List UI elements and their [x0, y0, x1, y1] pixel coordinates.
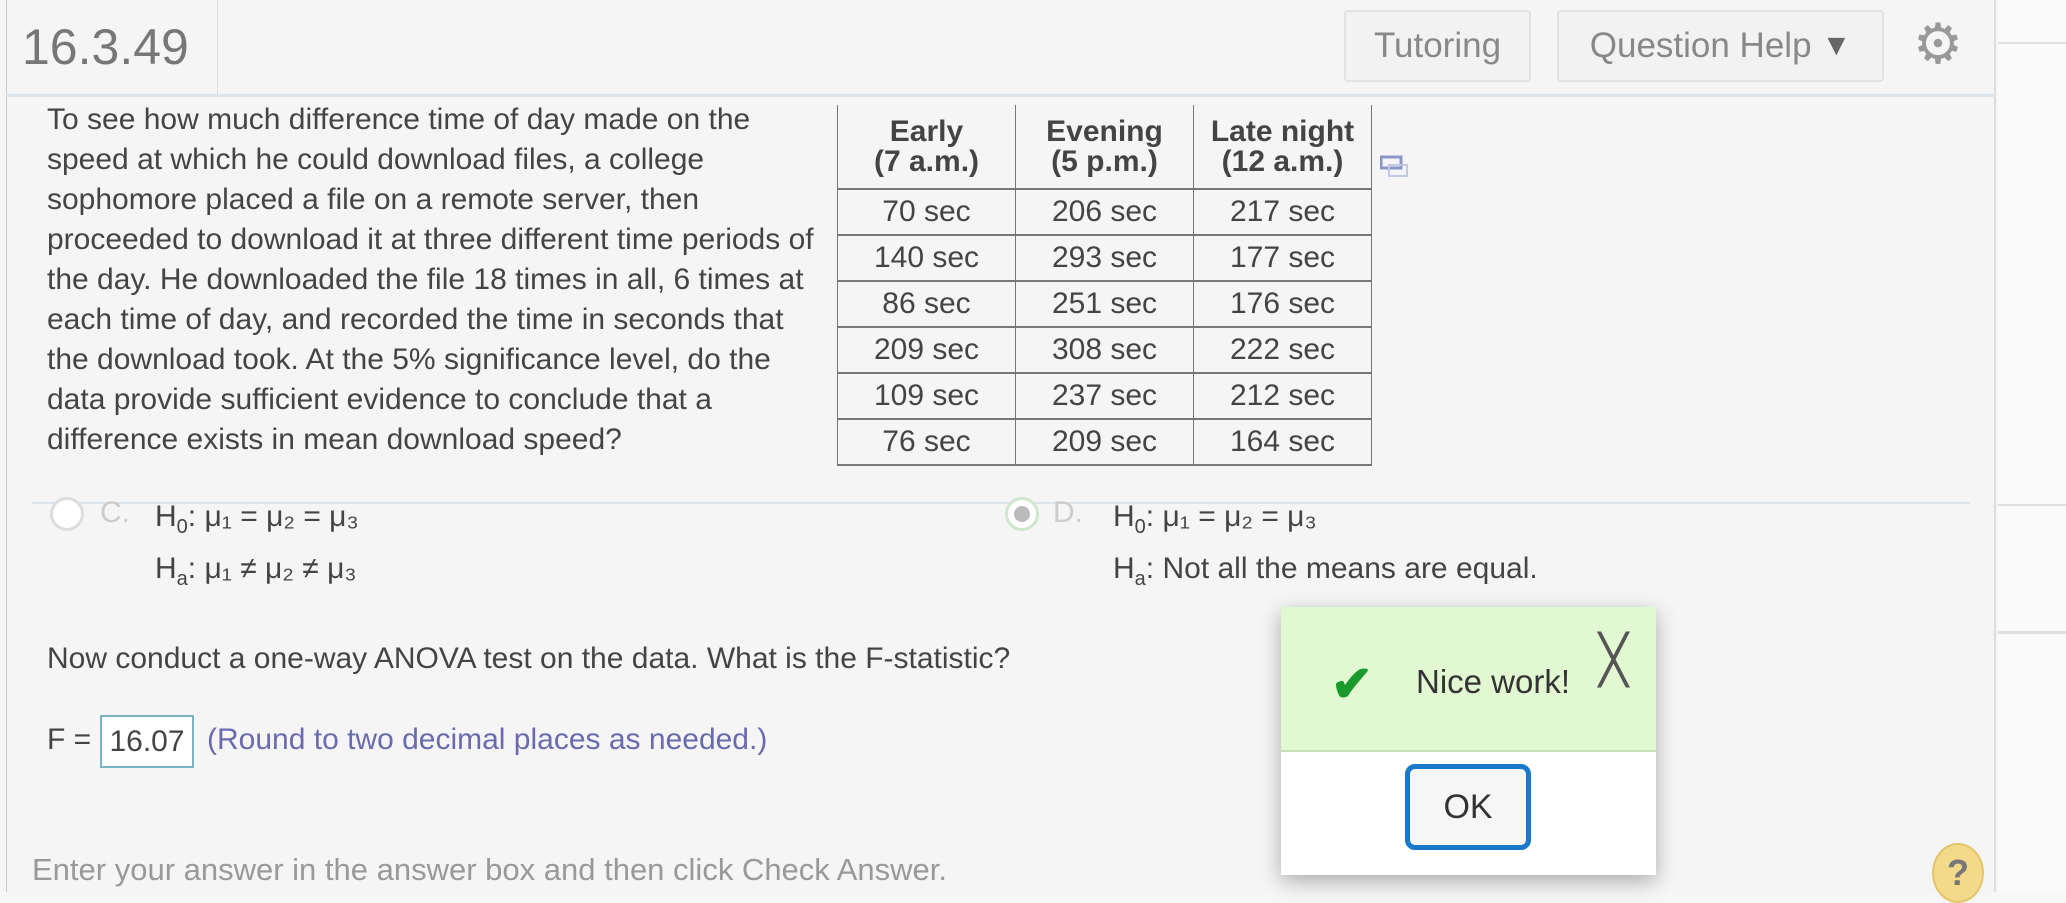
column-header-evening: Evening (5 p.m.): [1015, 105, 1194, 190]
option-c-letter: C.: [100, 496, 130, 529]
table-cell: 76 sec: [837, 418, 1016, 466]
feedback-dialog: ✔ Nice work! ╳ OK: [1281, 607, 1656, 875]
option-d-radio-selected[interactable]: [1005, 497, 1039, 531]
instruction-footer: Enter your answer in the answer box and …: [32, 852, 947, 887]
table-cell: 206 sec: [1015, 188, 1194, 236]
help-icon[interactable]: ?: [1932, 843, 1984, 903]
checkmark-icon: ✔: [1331, 656, 1373, 712]
option-d-ha: Ha: Not all the means are equal.: [1113, 552, 1538, 590]
table-cell: 176 sec: [1193, 280, 1372, 328]
table-cell: 140 sec: [837, 234, 1016, 282]
table-row: 86 sec 251 sec 176 sec: [837, 280, 1372, 328]
option-c-h0: H0: μ₁ = μ₂ = μ₃: [155, 500, 359, 538]
tutoring-label: Tutoring: [1373, 26, 1502, 65]
option-d-letter: D.: [1053, 496, 1083, 529]
option-c-radio[interactable]: [50, 497, 84, 531]
column-header-late-night: Late night (12 a.m.): [1193, 105, 1372, 190]
question-help-label: Question Help: [1589, 26, 1812, 65]
divider: [1998, 631, 2066, 634]
question-help-button[interactable]: Question Help ▼: [1557, 10, 1884, 82]
column-header-early: Early (7 a.m.): [837, 105, 1016, 190]
table-cell: 209 sec: [837, 326, 1016, 374]
table-row: 76 sec 209 sec 164 sec: [837, 418, 1372, 466]
table-cell: 212 sec: [1193, 372, 1372, 420]
table-cell: 177 sec: [1193, 234, 1372, 282]
header-divider: [6, 94, 1996, 97]
table-cell: 251 sec: [1015, 280, 1194, 328]
divider: [217, 0, 218, 94]
caret-down-icon: ▼: [1821, 29, 1852, 62]
table-cell: 86 sec: [837, 280, 1016, 328]
ok-button[interactable]: OK: [1405, 764, 1531, 850]
tutoring-button[interactable]: Tutoring: [1344, 10, 1531, 82]
table-cell: 308 sec: [1015, 326, 1194, 374]
table-row: 109 sec 237 sec 212 sec: [837, 372, 1372, 420]
divider: [1998, 42, 2066, 44]
question-prompt: Now conduct a one-way ANOVA test on the …: [47, 642, 1011, 675]
table-cell: 222 sec: [1193, 326, 1372, 374]
option-d-h0: H0: μ₁ = μ₂ = μ₃: [1113, 500, 1317, 538]
table-cell: 109 sec: [837, 372, 1016, 420]
option-c-ha: Ha: μ₁ ≠ μ₂ ≠ μ₃: [155, 552, 357, 590]
table-row: 209 sec 308 sec 222 sec: [837, 326, 1372, 374]
question-number: 16.3.49: [22, 19, 189, 75]
close-icon[interactable]: ╳: [1599, 637, 1628, 685]
data-table: Early (7 a.m.) Evening (5 p.m.) Late night…: [837, 105, 1372, 466]
copy-table-icon[interactable]: [1380, 155, 1410, 179]
gear-icon[interactable]: ⚙: [1912, 16, 1964, 72]
table-row: 70 sec 206 sec 217 sec: [837, 188, 1372, 236]
feedback-message: Nice work!: [1416, 663, 1571, 700]
table-cell: 70 sec: [837, 188, 1016, 236]
table-row: 140 sec 293 sec 177 sec: [837, 234, 1372, 282]
table-cell: 237 sec: [1015, 372, 1194, 420]
background-right: [1998, 0, 2066, 892]
problem-text: To see how much difference time of day m…: [47, 103, 814, 456]
table-cell: 293 sec: [1015, 234, 1194, 282]
f-label: F =: [47, 723, 92, 756]
table-cell: 164 sec: [1193, 418, 1372, 466]
divider: [1998, 504, 2066, 506]
table-cell: 209 sec: [1015, 418, 1194, 466]
table-cell: 217 sec: [1193, 188, 1372, 236]
f-statistic-input[interactable]: 16.07: [100, 715, 194, 768]
feedback-header: ✔ Nice work! ╳: [1281, 607, 1656, 752]
rounding-hint: (Round to two decimal places as needed.): [207, 723, 768, 756]
